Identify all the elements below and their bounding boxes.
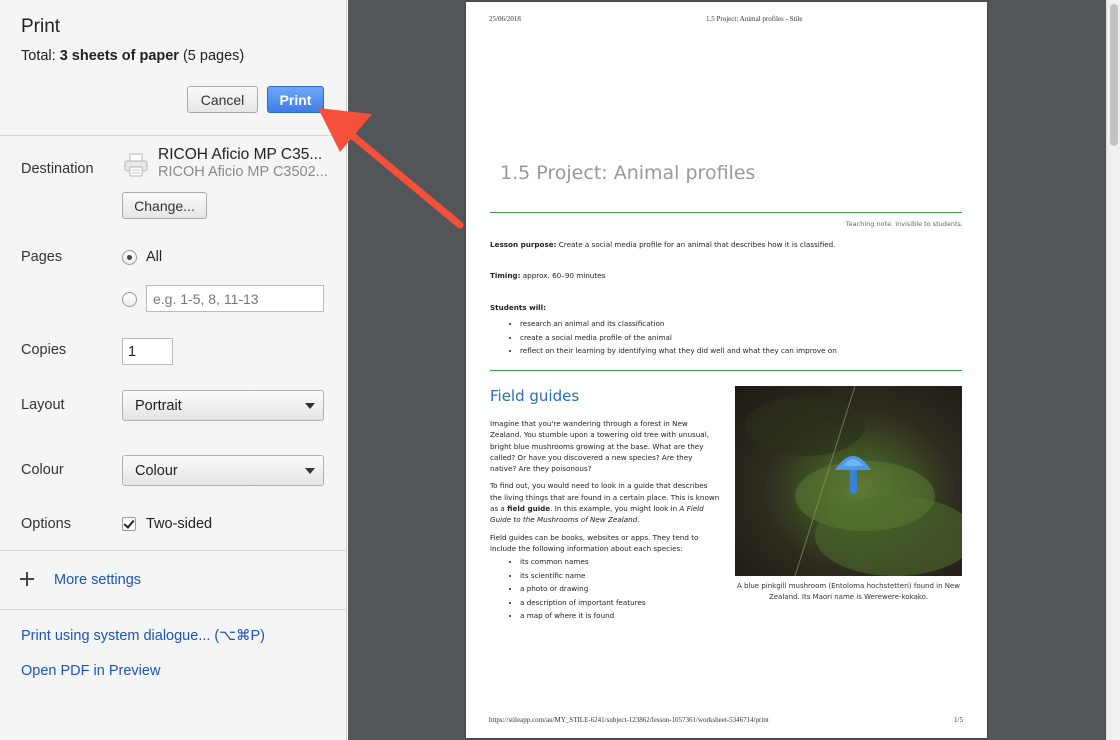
scrollbar-thumb[interactable] (1110, 4, 1118, 146)
panel-header: Print Total: 3 sheets of paper (5 pages)… (0, 0, 346, 136)
layout-select[interactable]: Portrait (122, 390, 324, 421)
page-footer-url: https://stileapp.com/au/MY_STILE-6241/su… (489, 716, 769, 724)
field-guide-list: its common names its scientific name a p… (520, 555, 646, 623)
copies-label: Copies (21, 342, 67, 358)
list-item: a map of where it is found (520, 609, 646, 623)
pages-custom-radio[interactable] (122, 292, 137, 307)
more-settings-link[interactable]: More settings (54, 572, 141, 588)
chevron-down-icon (305, 403, 315, 409)
list-item: research an animal and its classificatio… (520, 317, 837, 331)
section-rule (490, 212, 962, 213)
pages-all-label[interactable]: All (146, 249, 162, 265)
colour-select[interactable]: Colour (122, 455, 324, 486)
colour-label: Colour (21, 462, 64, 478)
list-item: its scientific name (520, 569, 646, 583)
two-sided-label[interactable]: Two-sided (146, 516, 212, 532)
list-item: create a social media profile of the ani… (520, 331, 837, 345)
pages-all-radio[interactable] (122, 250, 137, 265)
cancel-button[interactable]: Cancel (187, 86, 258, 113)
divider (0, 609, 346, 610)
printer-subtitle: RICOH Aficio MP C3502... (158, 164, 328, 180)
preview-page: 25/06/2018 1.5 Project: Animal profiles … (466, 2, 987, 738)
total-prefix: Total: (21, 48, 60, 64)
photo-caption: A blue pinkgill mushroom (Entoloma hochs… (736, 582, 961, 601)
field-guides-heading: Field guides (490, 387, 580, 405)
page-header-title: 1.5 Project: Animal profiles - Stile (706, 15, 803, 23)
pages-label: Pages (21, 249, 63, 265)
pages-range-input[interactable] (146, 285, 324, 312)
document-title: 1.5 Project: Animal profiles (500, 162, 756, 184)
field-guides-body: Imagine that you're wandering through a … (490, 418, 720, 560)
two-sided-checkbox[interactable] (122, 517, 136, 531)
paragraph: Field guides can be books, websites or a… (490, 532, 699, 553)
plus-icon[interactable] (20, 572, 34, 586)
open-pdf-link[interactable]: Open PDF in Preview (21, 663, 160, 679)
mushroom-illustration (745, 386, 962, 576)
total-pages: (5 pages) (178, 48, 245, 64)
print-button[interactable]: Print (267, 86, 324, 113)
copies-input[interactable] (122, 338, 173, 365)
lesson-purpose-text: Create a social media profile for an ani… (556, 240, 836, 249)
printer-icon (124, 153, 148, 177)
timing-label: Timing: (490, 271, 521, 280)
change-destination-button[interactable]: Change... (122, 192, 207, 219)
section-rule (490, 370, 962, 371)
options-label: Options (21, 516, 71, 532)
student-goals-list: research an animal and its classificatio… (520, 317, 837, 358)
lesson-purpose: Lesson purpose: Create a social media pr… (490, 238, 836, 252)
paragraph: Imagine that you're wandering through a … (490, 419, 709, 474)
layout-value: Portrait (135, 397, 182, 414)
lesson-purpose-label: Lesson purpose: (490, 240, 557, 249)
paragraph: To find out, you would need to look in a… (490, 481, 720, 525)
layout-label: Layout (21, 397, 65, 413)
timing-text: approx. 60–90 minutes (520, 271, 606, 280)
total-summary: Total: 3 sheets of paper (5 pages) (21, 48, 244, 64)
list-item: a description of important features (520, 596, 646, 610)
print-preview: 25/06/2018 1.5 Project: Animal profiles … (348, 0, 1120, 740)
mushroom-photo (735, 386, 962, 576)
list-item: its common names (520, 555, 646, 569)
printer-name: RICOH Aficio MP C35... (158, 146, 323, 163)
system-dialogue-link[interactable]: Print using system dialogue... (⌥⌘P) (21, 628, 265, 644)
total-sheets: 3 sheets of paper (59, 48, 179, 64)
page-header-date: 25/06/2018 (489, 15, 521, 23)
print-title: Print (21, 16, 61, 37)
divider (0, 550, 346, 551)
chevron-down-icon (305, 468, 315, 474)
list-item: a photo or drawing (520, 582, 646, 596)
list-item: reflect on their learning by identifying… (520, 344, 837, 358)
students-will-heading: Students will: (490, 303, 546, 312)
colour-value: Colour (135, 462, 178, 479)
destination-label: Destination (21, 161, 94, 177)
teaching-note: Teaching note. Invisible to students. (845, 220, 963, 228)
preview-scrollbar[interactable] (1106, 0, 1120, 740)
page-footer-number: 1/5 (954, 716, 963, 724)
print-settings-panel: Print Total: 3 sheets of paper (5 pages)… (0, 0, 347, 740)
timing: Timing: approx. 60–90 minutes (490, 269, 605, 283)
